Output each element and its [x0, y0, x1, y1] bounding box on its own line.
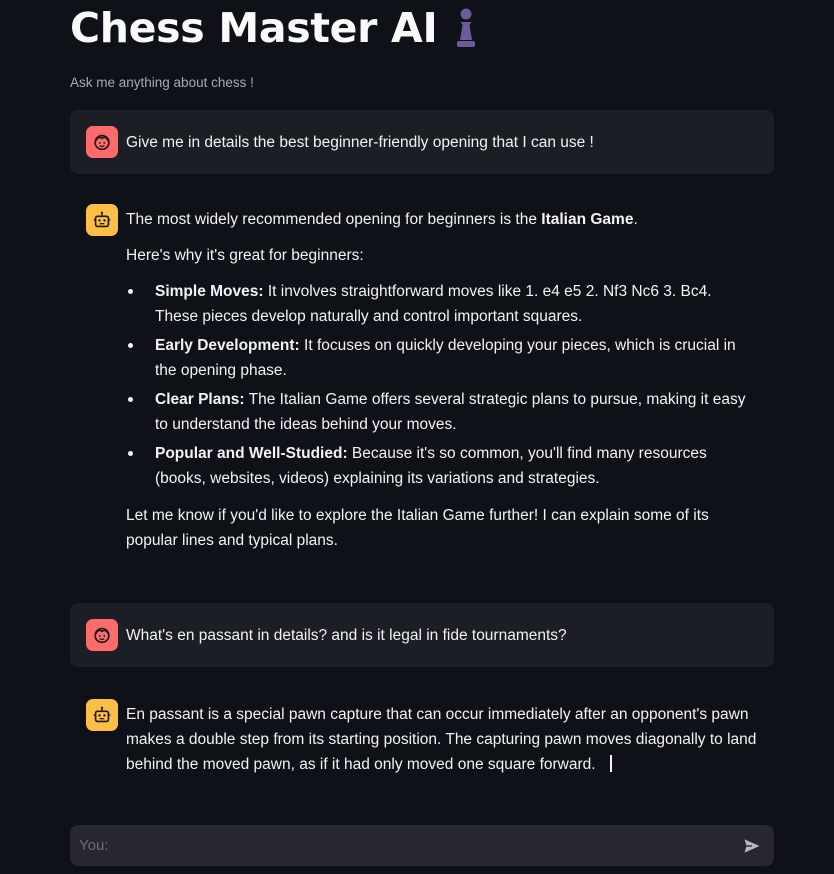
chat-input[interactable]	[79, 837, 740, 854]
why-paragraph: Here's why it's great for beginners:	[126, 247, 364, 264]
send-button[interactable]	[740, 834, 764, 858]
list-item: Early Development: It focuses on quickly…	[126, 333, 758, 383]
user-avatar	[86, 619, 118, 651]
opening-name: Italian Game	[541, 211, 634, 228]
robot-icon	[93, 706, 111, 723]
chat-message-user: Give me in details the best beginner-fri…	[70, 110, 774, 174]
chat-input-bar	[70, 825, 774, 866]
chess-pawn-icon	[451, 5, 481, 51]
assistant-avatar	[86, 699, 118, 731]
list-item: Popular and Well-Studied: Because it's s…	[126, 441, 758, 491]
chat-message-assistant: The most widely recommended opening for …	[70, 204, 774, 564]
streaming-cursor	[609, 755, 612, 772]
outro-paragraph: Let me know if you'd like to explore the…	[126, 507, 709, 549]
robot-icon	[93, 211, 111, 228]
chat-app: Chess Master AI Ask me anything about ch…	[0, 0, 834, 874]
message-text: Give me in details the best beginner-fri…	[126, 133, 594, 151]
user-face-icon	[94, 134, 110, 151]
message-text: What's en passant in details? and is it …	[126, 626, 567, 644]
intro-paragraph: The most widely recommended opening for …	[126, 211, 638, 228]
message-text: The most widely recommended opening for …	[126, 204, 758, 564]
list-item: Clear Plans: The Italian Game offers sev…	[126, 387, 758, 437]
page-title: Chess Master AI	[70, 4, 438, 52]
page-subtitle: Ask me anything about chess !	[70, 75, 254, 90]
user-face-icon	[94, 627, 110, 644]
send-icon	[744, 838, 760, 853]
bullet-list: Simple Moves: It involves straightforwar…	[126, 279, 758, 491]
user-avatar	[86, 126, 118, 158]
message-text: En passant is a special pawn capture tha…	[126, 706, 757, 773]
header: Chess Master AI	[70, 4, 481, 52]
chat-message-assistant: En passant is a special pawn capture tha…	[70, 699, 774, 777]
list-item: Simple Moves: It involves straightforwar…	[126, 279, 758, 329]
chat-message-user: What's en passant in details? and is it …	[70, 603, 774, 667]
assistant-avatar	[86, 204, 118, 236]
